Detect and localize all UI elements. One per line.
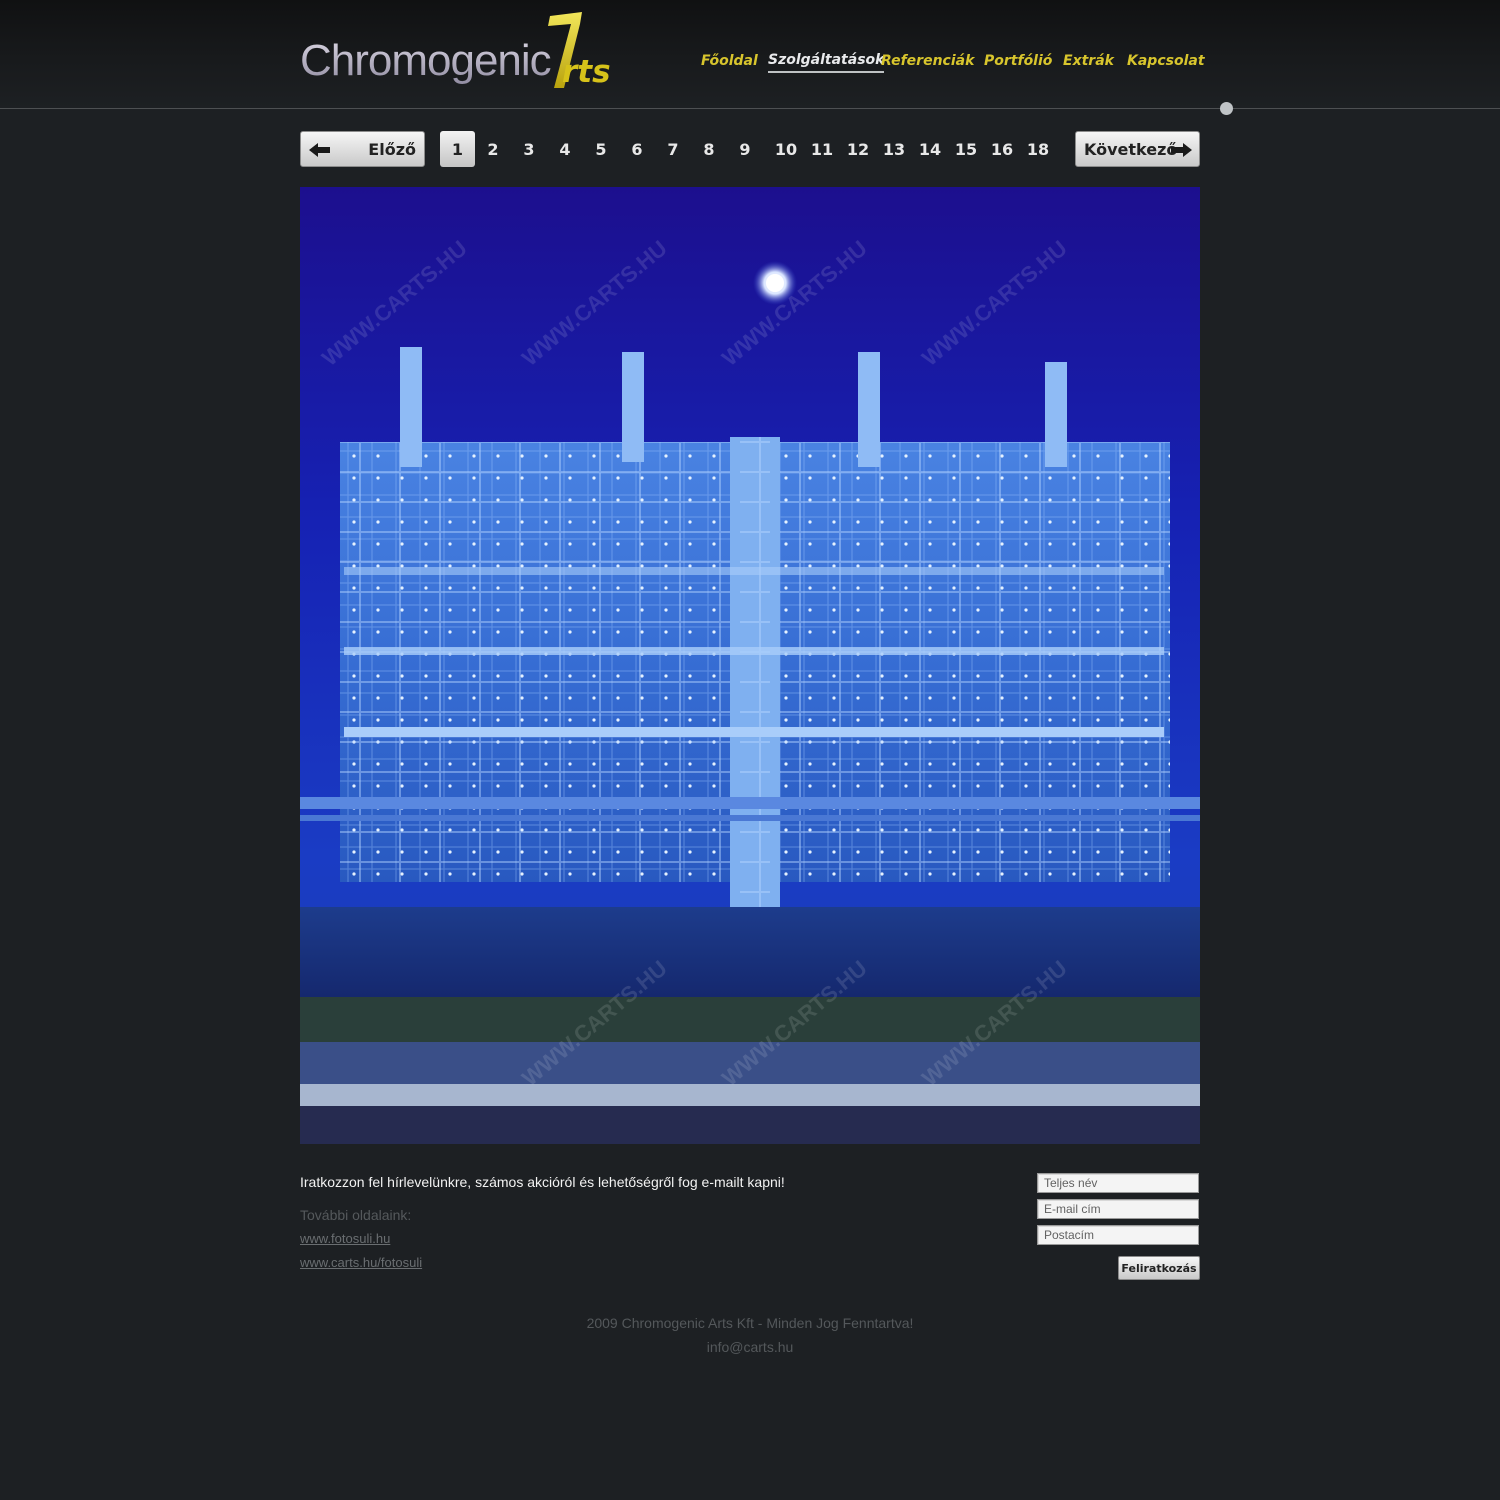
nav-link-referenciak[interactable]: Referenciák [881, 53, 974, 69]
page-16[interactable]: 16 [986, 131, 1018, 167]
nav-link-kapcsolat[interactable]: Kapcsolat [1127, 53, 1205, 69]
page-10[interactable]: 10 [770, 131, 802, 167]
next-button[interactable]: Következő [1075, 131, 1200, 167]
page-5[interactable]: 5 [588, 131, 614, 167]
site-logo[interactable]: Chromogenic rts [300, 10, 630, 92]
link-carts-fotosuli[interactable]: www.carts.hu/fotosuli [300, 1255, 422, 1270]
page-3[interactable]: 3 [516, 131, 542, 167]
email-field[interactable] [1037, 1199, 1199, 1219]
portfolio-photo: WWW.CARTS.HU WWW.CARTS.HU WWW.CARTS.HU W… [300, 187, 1200, 1144]
logo-suffix: rts [562, 54, 611, 90]
page-6[interactable]: 6 [624, 131, 650, 167]
subscribe-button[interactable]: Feliratkozás [1118, 1256, 1200, 1280]
footer-email[interactable]: info@carts.hu [0, 1339, 1500, 1355]
page-15[interactable]: 15 [950, 131, 982, 167]
page-7[interactable]: 7 [660, 131, 686, 167]
page-12[interactable]: 12 [842, 131, 874, 167]
nav-link-extrak[interactable]: Extrák [1063, 53, 1114, 69]
prev-button-label: Előző [368, 140, 416, 159]
page-4[interactable]: 4 [552, 131, 578, 167]
page-14[interactable]: 14 [914, 131, 946, 167]
full-name-field[interactable] [1037, 1173, 1199, 1193]
address-field[interactable] [1037, 1225, 1199, 1245]
link-fotosuli[interactable]: www.fotosuli.hu [300, 1231, 390, 1246]
next-button-label: Következő [1084, 140, 1178, 159]
newsletter-text: Iratkozzon fel hírlevelünkre, számos akc… [300, 1174, 785, 1190]
more-sites-label: További oldalaink: [300, 1207, 412, 1223]
nav-link-portfolio[interactable]: Portfólió [984, 53, 1052, 69]
page-9[interactable]: 9 [732, 131, 758, 167]
page-18[interactable]: 18 [1022, 131, 1054, 167]
prev-button[interactable]: Előző [300, 131, 425, 167]
page-2[interactable]: 2 [480, 131, 506, 167]
arrow-right-icon [1171, 143, 1192, 157]
page-8[interactable]: 8 [696, 131, 722, 167]
header-dot-decoration [1220, 102, 1233, 115]
nav-link-fooldal[interactable]: Főoldal [701, 53, 758, 69]
arrow-left-icon [309, 143, 330, 157]
footer-copyright: 2009 Chromogenic Arts Kft - Minden Jog F… [586, 1315, 914, 1331]
logo-wordmark: Chromogenic [300, 36, 552, 85]
page-1[interactable]: 1 [440, 131, 475, 167]
page-11[interactable]: 11 [806, 131, 838, 167]
page-13[interactable]: 13 [878, 131, 910, 167]
nav-link-szolgaltatasok[interactable]: Szolgáltatások [768, 52, 885, 73]
